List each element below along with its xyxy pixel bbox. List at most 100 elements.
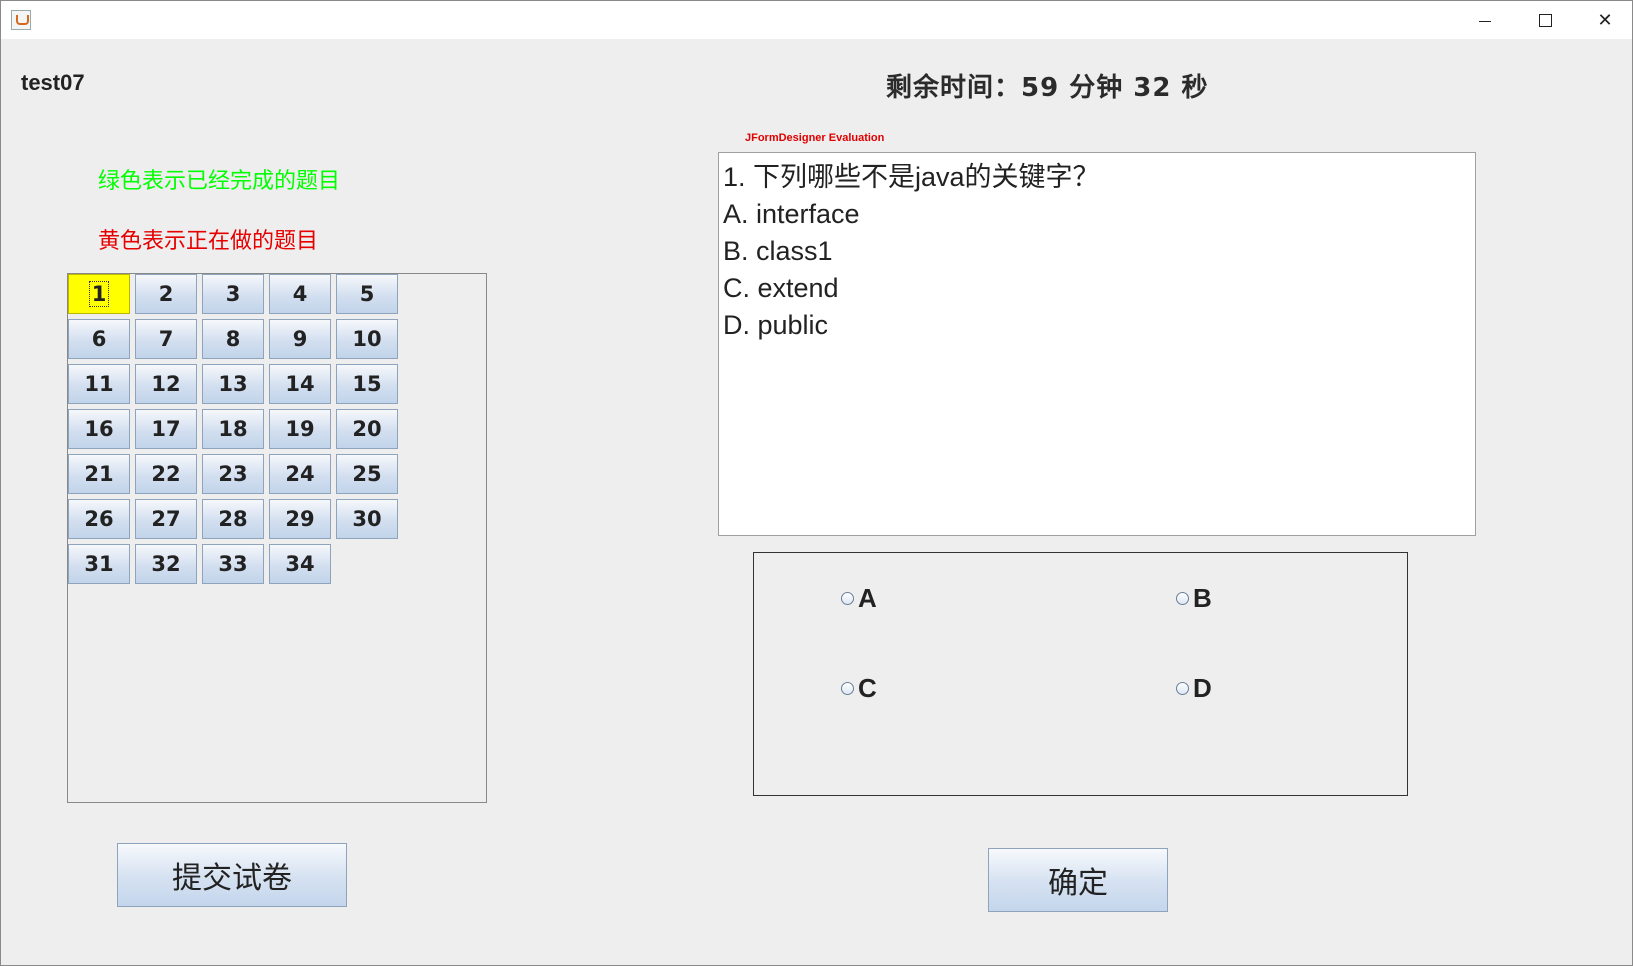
question-number-button[interactable]: 8 (202, 319, 264, 359)
question-number-label: 2 (158, 282, 174, 306)
remaining-time-label: 剩余时间：59 分钟 32 秒 (886, 73, 1209, 103)
option-c-radio[interactable]: C (841, 673, 877, 704)
maximize-icon (1538, 13, 1552, 27)
question-number-label: 23 (218, 462, 248, 486)
question-number-label: 3 (225, 282, 241, 306)
java-app-icon (11, 10, 31, 30)
question-number-button[interactable]: 27 (135, 499, 197, 539)
jformdesigner-watermark: JFormDesigner Evaluation (745, 132, 885, 144)
question-number-button[interactable]: 29 (269, 499, 331, 539)
question-line: C. extend (723, 273, 839, 303)
title-bar: ✕ (1, 1, 1632, 39)
radio-icon (1176, 682, 1189, 695)
question-number-button[interactable]: 7 (135, 319, 197, 359)
question-number-button[interactable]: 33 (202, 544, 264, 584)
option-label: C (858, 673, 877, 703)
question-number-label: 10 (352, 327, 382, 351)
legend-current-text: 黄色表示正在做的题目 (98, 229, 319, 254)
question-number-label: 15 (352, 372, 382, 396)
question-number-label: 34 (285, 552, 315, 576)
question-number-label: 13 (218, 372, 248, 396)
question-number-button[interactable]: 12 (135, 364, 197, 404)
question-number-label: 25 (352, 462, 382, 486)
question-number-button[interactable]: 2 (135, 274, 197, 314)
question-number-button[interactable]: 14 (269, 364, 331, 404)
question-number-button[interactable]: 18 (202, 409, 264, 449)
question-number-button[interactable]: 24 (269, 454, 331, 494)
question-number-label: 5 (359, 282, 375, 306)
question-line: A. interface (723, 199, 860, 229)
question-number-button[interactable]: 23 (202, 454, 264, 494)
question-number-label: 28 (218, 507, 248, 531)
question-number-button[interactable]: 16 (68, 409, 130, 449)
question-number-button[interactable]: 20 (336, 409, 398, 449)
question-number-button[interactable]: 19 (269, 409, 331, 449)
question-number-label: 9 (292, 327, 308, 351)
minimize-icon (1479, 21, 1491, 22)
question-number-label: 31 (84, 552, 114, 576)
question-number-button[interactable]: 6 (68, 319, 130, 359)
option-label: A (858, 583, 877, 613)
question-number-label: 21 (84, 462, 114, 486)
radio-icon (841, 592, 854, 605)
question-number-label: 8 (225, 327, 241, 351)
question-number-button[interactable]: 26 (68, 499, 130, 539)
question-number-label: 22 (151, 462, 181, 486)
close-button[interactable]: ✕ (1577, 1, 1633, 39)
question-number-button[interactable]: 17 (135, 409, 197, 449)
minimize-button[interactable] (1457, 1, 1513, 39)
question-number-label: 4 (292, 282, 308, 306)
option-label: B (1193, 583, 1212, 613)
question-number-button[interactable]: 34 (269, 544, 331, 584)
option-label: D (1193, 673, 1212, 703)
question-number-button[interactable]: 1 (68, 274, 130, 314)
question-number-label: 30 (352, 507, 382, 531)
question-number-label: 14 (285, 372, 315, 396)
option-d-radio[interactable]: D (1176, 673, 1212, 704)
radio-icon (841, 682, 854, 695)
radio-icon (1176, 592, 1189, 605)
answer-options-panel: A B C D (753, 552, 1408, 796)
question-line: B. class1 (723, 236, 833, 266)
submit-exam-button[interactable]: 提交试卷 (117, 843, 347, 907)
question-number-button[interactable]: 31 (68, 544, 130, 584)
question-number-label: 19 (285, 417, 315, 441)
question-number-label: 12 (151, 372, 181, 396)
option-b-radio[interactable]: B (1176, 583, 1212, 614)
question-number-button[interactable]: 9 (269, 319, 331, 359)
question-number-label: 17 (151, 417, 181, 441)
question-number-label: 1 (88, 281, 110, 307)
question-number-label: 7 (158, 327, 174, 351)
question-number-button[interactable]: 5 (336, 274, 398, 314)
question-number-button[interactable]: 10 (336, 319, 398, 359)
question-number-label: 16 (84, 417, 114, 441)
question-number-label: 32 (151, 552, 181, 576)
question-number-button[interactable]: 21 (68, 454, 130, 494)
question-number-button[interactable]: 15 (336, 364, 398, 404)
question-text-area[interactable]: 1. 下列哪些不是java的关键字？ A. interface B. class… (718, 152, 1476, 536)
question-number-button[interactable]: 25 (336, 454, 398, 494)
confirm-button[interactable]: 确定 (988, 848, 1168, 912)
question-number-label: 20 (352, 417, 382, 441)
question-number-button[interactable]: 28 (202, 499, 264, 539)
question-number-label: 27 (151, 507, 181, 531)
question-number-label: 18 (218, 417, 248, 441)
question-number-label: 6 (91, 327, 107, 351)
legend-completed-text: 绿色表示已经完成的题目 (98, 169, 341, 194)
question-number-label: 11 (84, 372, 114, 396)
question-number-button[interactable]: 11 (68, 364, 130, 404)
app-window: ✕ test07 剩余时间：59 分钟 32 秒 绿色表示已经完成的题目 黄色表… (0, 0, 1633, 966)
question-number-button[interactable]: 32 (135, 544, 197, 584)
username-label: test07 (21, 70, 85, 95)
question-number-button[interactable]: 13 (202, 364, 264, 404)
question-number-button[interactable]: 4 (269, 274, 331, 314)
maximize-button[interactable] (1517, 1, 1573, 39)
question-number-button[interactable]: 3 (202, 274, 264, 314)
question-line: D. public (723, 310, 829, 340)
question-number-button[interactable]: 22 (135, 454, 197, 494)
question-number-button[interactable]: 30 (336, 499, 398, 539)
option-a-radio[interactable]: A (841, 583, 877, 614)
question-line: 1. 下列哪些不是java的关键字？ (723, 162, 1100, 192)
question-number-panel: 1 2 3 4 5 6 7 8 9 10 11 12 13 14 15 16 17 18 19 20 21 22 23 24 2… (67, 273, 487, 803)
question-number-label: 33 (218, 552, 248, 576)
